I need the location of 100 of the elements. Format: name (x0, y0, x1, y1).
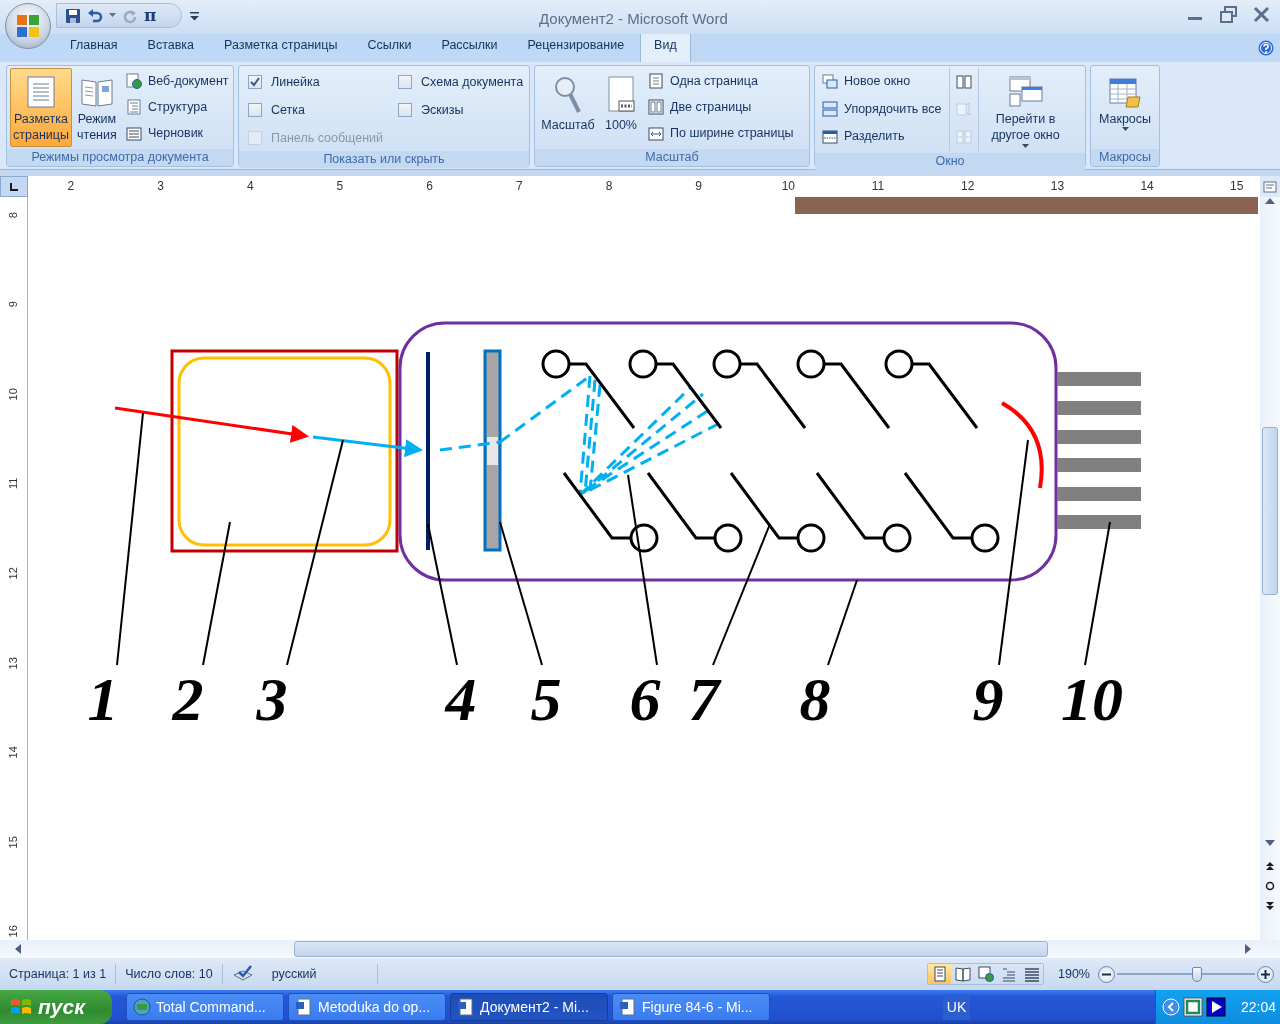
part-number: 5 (530, 665, 562, 733)
part-number: 10 (1061, 665, 1123, 733)
ribbon-tab[interactable]: Разметка страницы (210, 31, 352, 62)
checkbox[interactable] (248, 75, 262, 90)
outline-page-icon (125, 99, 142, 116)
ribbon-button[interactable]: Разметка страницы (10, 68, 72, 147)
ribbon-button[interactable]: Масштаб (538, 68, 598, 147)
checkbox-label: Эскизы (421, 101, 464, 119)
scroll-down-icon[interactable] (1265, 839, 1275, 847)
ruler-number: 6 (423, 179, 436, 193)
ribbon-button[interactable]: Новое окно (818, 70, 946, 94)
checkbox[interactable] (398, 75, 413, 90)
scrollbar-thumb[interactable] (294, 941, 1048, 957)
taskbar-button[interactable]: Документ2 - Mi... (450, 993, 608, 1021)
taskbar-button[interactable]: Metoduka do op... (288, 993, 446, 1021)
part-number: 1 (87, 665, 119, 733)
scroll-right-icon[interactable] (1244, 944, 1252, 954)
part-number: 6 (629, 665, 661, 733)
tab-stop-icon (9, 181, 19, 192)
ribbon-tab[interactable]: Вставка (133, 31, 209, 62)
ribbon-tab[interactable]: Ссылки (353, 31, 426, 62)
next-page-icon[interactable] (1265, 901, 1275, 911)
word-count: Число слов: 10 (116, 964, 223, 984)
ribbon-button[interactable]: 100% (601, 68, 641, 147)
view-button[interactable] (928, 964, 951, 984)
ruler-number: 15 (6, 835, 21, 849)
ribbon-button[interactable]: Макросы (1094, 68, 1156, 147)
tray-app-icon[interactable] (1183, 997, 1203, 1017)
restore-icon[interactable] (1220, 6, 1237, 23)
ribbon-tab[interactable]: Рецензирование (513, 31, 639, 62)
taskbar-button[interactable]: Figure 84-6 - Mi... (612, 993, 770, 1021)
close-icon[interactable] (1253, 6, 1270, 23)
single-page-icon (648, 73, 664, 90)
ruler-number: 9 (692, 179, 705, 193)
ribbon-button[interactable]: Перейти в другое окно (981, 68, 1070, 151)
zoom-out-button[interactable] (1098, 965, 1115, 983)
ribbon-button[interactable]: Одна страница (644, 69, 798, 93)
ribbon-button[interactable]: Разделить (818, 125, 946, 149)
zoom-slider-thumb[interactable] (1192, 966, 1203, 982)
tab-selector-button[interactable] (0, 176, 28, 197)
office-logo-icon (15, 13, 41, 39)
save-icon[interactable] (65, 7, 81, 24)
ruler-number: 3 (154, 179, 167, 193)
clock: 22:04 (1241, 997, 1277, 1017)
customize-toolbar-icon[interactable] (190, 12, 199, 21)
ruler-toggle-icon[interactable] (1263, 179, 1277, 194)
side-by-side-icon[interactable] (955, 73, 972, 90)
start-button[interactable]: пуск (0, 990, 112, 1024)
office-button[interactable] (5, 3, 51, 49)
document-icon (619, 998, 637, 1016)
plus-icon (1261, 969, 1270, 979)
checkbox[interactable] (248, 103, 262, 118)
ruler-number: 13 (6, 656, 21, 669)
stacked-windows-icon (822, 101, 838, 118)
ruler-number: 11 (6, 477, 21, 490)
ruler-number: 9 (6, 301, 21, 308)
previous-page-icon[interactable] (1265, 861, 1275, 871)
draft-page-icon (125, 125, 142, 142)
ribbon-button[interactable]: Веб-документ (121, 69, 233, 93)
scroll-left-icon[interactable] (14, 944, 22, 954)
taskbar-button[interactable]: Total Command... (126, 993, 284, 1021)
undo-icon[interactable] (87, 7, 103, 24)
new-window-icon (822, 73, 838, 90)
ribbon-button[interactable]: По ширине страницы (644, 122, 798, 146)
keyboard-language: UK (942, 994, 971, 1020)
document-icon (295, 998, 313, 1016)
checkbox-label: Схема документа (421, 74, 524, 91)
windows-icon (1007, 75, 1044, 109)
ribbon-button[interactable]: Черновик (121, 122, 233, 146)
part-number: 2 (172, 665, 204, 733)
ribbon-button[interactable]: Режим чтения (74, 68, 119, 147)
group-title: Масштаб (535, 149, 809, 166)
zoom-in-button[interactable] (1257, 965, 1274, 983)
macro-sheet-icon (1108, 75, 1142, 109)
scrollbar-thumb[interactable] (1262, 427, 1278, 595)
split-window-icon (822, 128, 838, 145)
ribbon-button[interactable]: Структура (121, 96, 233, 119)
ribbon-tab[interactable]: Рассылки (427, 31, 512, 62)
expand-tray-icon[interactable] (1162, 998, 1180, 1016)
play-icon[interactable] (1206, 997, 1226, 1017)
checkbox[interactable] (398, 103, 413, 118)
part-number: 3 (256, 665, 288, 733)
window-title: Документ2 - Microsoft Word (539, 9, 728, 29)
checkbox-label: Линейка (271, 74, 320, 91)
spellcheck-icon[interactable] (231, 965, 254, 983)
part-number: 7 (688, 665, 720, 733)
equation-button[interactable]: π (144, 7, 157, 24)
ruler-number: 14 (6, 746, 21, 759)
dropdown-caret-icon[interactable] (109, 13, 116, 18)
two-pages-icon (648, 99, 664, 116)
checkbox-label: Панель сообщений (271, 129, 384, 147)
group-title: Окно (815, 152, 1085, 170)
ribbon-button[interactable]: Две страницы (644, 96, 798, 119)
browse-object-icon[interactable] (1265, 881, 1275, 891)
ribbon-tab[interactable]: Главная (56, 31, 132, 62)
document-icon (457, 998, 475, 1016)
magnifier-icon (553, 75, 583, 115)
ruler-number: 16 (6, 925, 21, 938)
help-icon[interactable] (1258, 40, 1274, 56)
ribbon-button[interactable]: Упорядочить все (818, 97, 946, 121)
